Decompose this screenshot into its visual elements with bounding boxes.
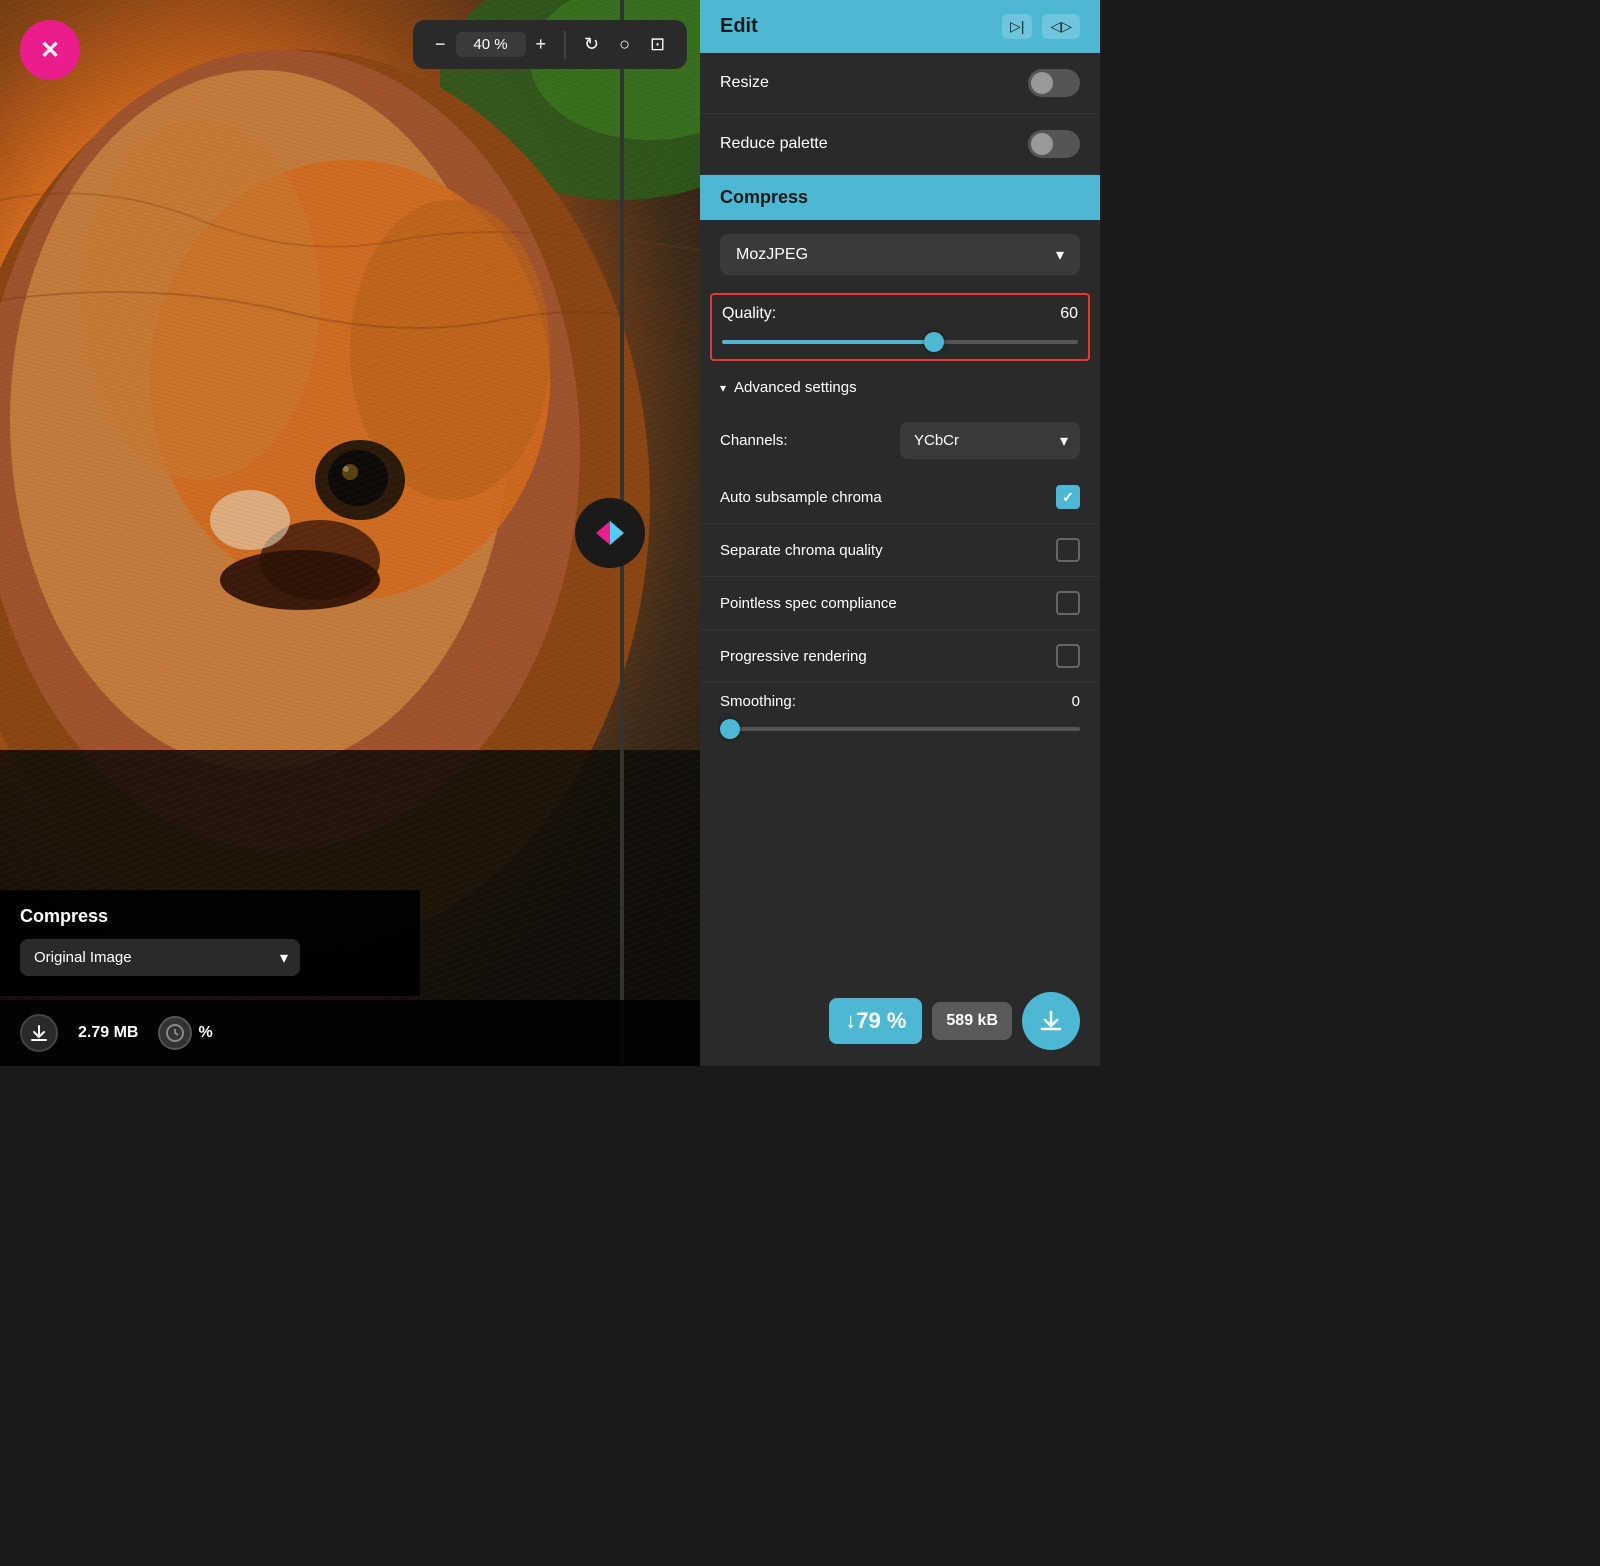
edit-header-icons: ▷| ◁▷: [1002, 14, 1080, 39]
left-bottom-stats: 2.79 MB %: [0, 1000, 700, 1066]
plus-icon: +: [535, 34, 546, 55]
chevron-down-icon: ▾: [720, 381, 726, 395]
left-compress-title: Compress: [20, 906, 400, 927]
channels-row: Channels: YCbCr RGB: [700, 410, 1100, 471]
file-size-value: 2.79 MB: [78, 1024, 138, 1042]
reduction-badge: ↓79 %: [829, 998, 922, 1044]
download-icon: [30, 1024, 48, 1042]
smoothing-row: Smoothing: 0: [720, 693, 1080, 710]
encoder-select[interactable]: MozJPEG Browser JPEG Browser WebP Browse…: [720, 234, 1080, 275]
advanced-settings-header[interactable]: ▾ Advanced settings: [700, 365, 1100, 410]
zoom-value: 40: [473, 36, 490, 53]
channels-select[interactable]: YCbCr RGB: [900, 422, 1080, 459]
resize-toggle[interactable]: [1028, 69, 1080, 97]
crop-icon: ⊡: [650, 34, 665, 55]
compress-section-header: Compress: [700, 175, 1100, 220]
bottom-bar-right: ↓79 % 589 kB: [700, 976, 1100, 1066]
size-badge: 589 kB: [932, 1002, 1012, 1040]
download-stat-icon: [20, 1014, 58, 1052]
arrows-icon: ◁▷: [1050, 18, 1072, 34]
top-toolbar: − 40 % + ↻ ○ ⊡: [413, 20, 687, 69]
pointless-spec-checkbox[interactable]: [1056, 591, 1080, 615]
percent-value: %: [198, 1024, 212, 1042]
percent-icon: [158, 1016, 192, 1050]
rotate-icon: ↻: [584, 34, 599, 55]
split-toggle-button[interactable]: [575, 498, 645, 568]
compress-section-title: Compress: [720, 187, 808, 207]
pointless-spec-label: Pointless spec compliance: [720, 595, 897, 612]
nut-icon: [165, 1023, 185, 1043]
smoothing-slider[interactable]: [720, 727, 1080, 731]
smoothing-value: 0: [1072, 693, 1080, 710]
channels-dropdown-wrap: YCbCr RGB: [900, 422, 1080, 459]
close-button[interactable]: ✕: [20, 20, 80, 80]
terminal-icon-button[interactable]: ▷|: [1002, 14, 1032, 39]
toolbar-divider: [564, 31, 566, 59]
separate-chroma-checkbox[interactable]: [1056, 538, 1080, 562]
quality-value: 60: [1060, 305, 1078, 323]
download-button[interactable]: [1022, 992, 1080, 1050]
reduction-percent: ↓79 %: [845, 1008, 906, 1034]
percent-stat: %: [158, 1016, 212, 1050]
crop-button[interactable]: ⊡: [640, 28, 675, 61]
resize-label: Resize: [720, 74, 769, 92]
auto-subsample-checkbox[interactable]: [1056, 485, 1080, 509]
reduce-palette-toggle[interactable]: [1028, 130, 1080, 158]
zoom-unit: %: [494, 36, 507, 53]
encoder-dropdown-wrap: MozJPEG Browser JPEG Browser WebP Browse…: [700, 220, 1100, 289]
original-image-select-wrap: Original Image: [20, 939, 300, 976]
quality-row: Quality: 60: [722, 305, 1078, 323]
separate-chroma-row: Separate chroma quality: [700, 524, 1100, 577]
progressive-rendering-checkbox[interactable]: [1056, 644, 1080, 668]
download-icon: [1039, 1009, 1063, 1033]
auto-subsample-row: Auto subsample chroma: [700, 471, 1100, 524]
quality-label: Quality:: [722, 305, 776, 323]
zoom-out-button[interactable]: −: [425, 28, 456, 61]
minus-icon: −: [435, 34, 446, 55]
quality-section: Quality: 60: [710, 293, 1090, 361]
split-toggle-inner: [596, 521, 624, 545]
edit-header: Edit ▷| ◁▷: [700, 0, 1100, 53]
arrows-icon-button[interactable]: ◁▷: [1042, 14, 1080, 39]
left-compress-panel: Compress Original Image: [0, 890, 420, 996]
terminal-icon: ▷|: [1010, 18, 1024, 34]
rotate-button[interactable]: ↻: [574, 28, 609, 61]
resize-row: Resize: [700, 53, 1100, 114]
original-image-select[interactable]: Original Image: [20, 939, 300, 976]
close-icon: ✕: [40, 36, 60, 65]
smoothing-section: Smoothing: 0: [700, 683, 1100, 746]
fit-button[interactable]: ○: [609, 28, 640, 61]
advanced-settings-label: Advanced settings: [734, 379, 857, 396]
circle-icon: ○: [619, 34, 630, 55]
channels-label: Channels:: [720, 432, 788, 449]
arrow-right-icon: [610, 521, 624, 545]
encoder-dropdown-container: MozJPEG Browser JPEG Browser WebP Browse…: [720, 234, 1080, 275]
reduce-palette-row: Reduce palette: [700, 114, 1100, 175]
quality-slider[interactable]: [722, 340, 1078, 344]
right-panel: Edit ▷| ◁▷ Resize Reduce palette Compres…: [700, 0, 1100, 1066]
progressive-rendering-row: Progressive rendering: [700, 630, 1100, 683]
pointless-spec-row: Pointless spec compliance: [700, 577, 1100, 630]
quality-slider-wrap: [722, 331, 1078, 349]
arrow-left-icon: [596, 521, 610, 545]
zoom-in-button[interactable]: +: [525, 28, 556, 61]
edit-title: Edit: [720, 15, 758, 38]
reduce-palette-label: Reduce palette: [720, 135, 828, 153]
separate-chroma-label: Separate chroma quality: [720, 542, 883, 559]
progressive-rendering-label: Progressive rendering: [720, 648, 867, 665]
zoom-display: 40 %: [455, 32, 525, 57]
auto-subsample-label: Auto subsample chroma: [720, 489, 882, 506]
smoothing-label: Smoothing:: [720, 693, 796, 710]
